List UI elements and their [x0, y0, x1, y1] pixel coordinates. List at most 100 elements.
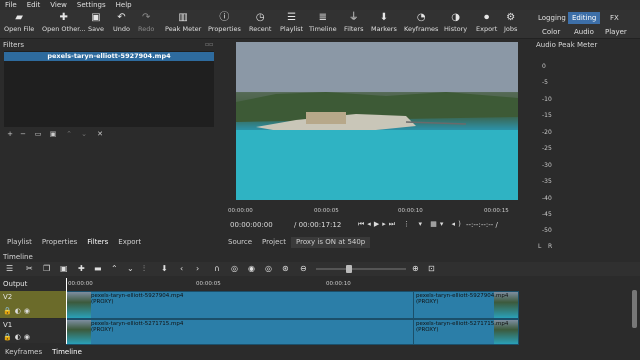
player-ruler[interactable]: 00:00:00 00:00:05 00:00:10 00:00:15 — [226, 203, 522, 217]
tab-project[interactable]: Project — [257, 237, 291, 248]
ripple-icon[interactable]: ◉ — [248, 263, 255, 275]
tab-export[interactable]: Export — [113, 237, 146, 248]
cut-icon[interactable]: ✂ — [26, 263, 33, 275]
track-header-v2[interactable]: V2 🔒◐◉ — [0, 291, 66, 318]
transport-bar: 00:00:00:00 / 00:00:17:12 ⏮◂▶▸⏭ ⋮ ▾ ▦▾ ◂… — [226, 220, 526, 232]
position-field[interactable]: 00:00:00:00 — [230, 221, 273, 229]
track-controls[interactable]: 🔒◐◉ — [3, 307, 33, 315]
menu-settings[interactable]: Settings — [72, 1, 111, 9]
zoom-slider-handle[interactable] — [346, 265, 352, 273]
ruler-tick: 00:00:05 — [314, 208, 339, 214]
audio-peak-meter: Audio Peak Meter 0 -5 -10 -15 -20 -25 -3… — [534, 41, 640, 257]
timeline-button[interactable]: ≣ Timeline — [309, 12, 337, 37]
copy-icon[interactable]: ❐ — [43, 263, 50, 275]
audio-meter-title: Audio Peak Meter — [536, 41, 598, 49]
mode-player[interactable]: Player — [601, 26, 631, 38]
snap-icon[interactable]: ∩ — [214, 263, 220, 275]
video-preview[interactable] — [236, 42, 518, 200]
proxy-status: Proxy is ON at 540p — [291, 237, 371, 248]
tab-filters[interactable]: Filters — [82, 237, 113, 248]
timeline-ruler[interactable]: 00:00:00 00:00:05 00:00:10 — [66, 278, 634, 290]
copy-filter-button[interactable]: ▭ — [33, 130, 43, 139]
zoom-out-icon[interactable]: ⊖ — [300, 263, 307, 275]
menu-edit[interactable]: Edit — [22, 1, 46, 9]
tab-playlist[interactable]: Playlist — [2, 237, 37, 248]
playhead[interactable] — [66, 278, 67, 344]
tab-timeline[interactable]: Timeline — [47, 347, 87, 360]
mode-fx[interactable]: FX — [606, 12, 623, 24]
preview-image — [236, 42, 518, 200]
move-down-button[interactable]: ⌄ — [79, 130, 89, 139]
filters-list[interactable] — [4, 51, 214, 127]
ripple-all-icon[interactable]: ◎ — [265, 263, 272, 275]
paste-filter-button[interactable]: ▣ — [48, 130, 58, 139]
recent-button[interactable]: ◷ Recent — [249, 12, 271, 37]
export-icon: ⏺ — [484, 12, 490, 23]
timeline-scrollbar[interactable] — [632, 290, 637, 328]
meter-label: -5 — [542, 79, 548, 86]
jobs-icon: ⚙ — [506, 12, 516, 23]
properties-button[interactable]: ⓘ Properties — [208, 12, 241, 37]
mode-logging[interactable]: Logging — [534, 12, 570, 24]
output-label: Output — [3, 280, 28, 288]
track-controls[interactable]: 🔒◐◉ — [3, 333, 33, 341]
open-file-button[interactable]: ▰ Open File — [4, 12, 34, 37]
timeline-clip[interactable]: pexels-taryn-elliott-5271715.mp4 (PROXY) — [413, 319, 519, 345]
timeline-menu-icon[interactable]: ☰ — [6, 263, 13, 275]
zoom-in-icon[interactable]: ⊕ — [412, 263, 419, 275]
properties-icon: ⓘ — [219, 12, 230, 23]
playlist-button[interactable]: ☰ Playlist — [280, 12, 303, 37]
zoom-slider[interactable] — [316, 265, 406, 273]
timeline-toolbar: ☰ ✂ ❐ ▣ ✚ ▬ ⌃ ⌄ ⫶ ⬇ ‹ › ∩ ◎ ◉ ◎ ⊛ ⊖ ⊕ ⊡ — [0, 262, 640, 276]
menu-file[interactable]: File — [0, 1, 22, 9]
meter-label: -45 — [542, 211, 552, 218]
export-button[interactable]: ⏺ Export — [476, 12, 497, 37]
filters-dock-buttons[interactable]: ▫▫ — [205, 41, 213, 48]
next-marker-icon[interactable]: › — [196, 263, 199, 275]
playlist-icon: ☰ — [287, 12, 297, 23]
keyframes-button[interactable]: ◔ Keyframes — [404, 12, 438, 37]
ripple-markers-icon[interactable]: ⊛ — [282, 263, 289, 275]
redo-button[interactable]: ↷ Redo — [138, 12, 154, 37]
timeline-tick: 00:00:05 — [196, 281, 221, 287]
tab-keyframes[interactable]: Keyframes — [0, 347, 47, 360]
timeline-clip[interactable]: pexels-taryn-elliott-5271715.mp4 (PROXY) — [66, 319, 414, 345]
mode-audio[interactable]: Audio — [570, 26, 598, 38]
jobs-button[interactable]: ⚙ Jobs — [504, 12, 517, 37]
track-header-v1[interactable]: V1 🔒◐◉ — [0, 319, 66, 343]
save-button[interactable]: ▣ Save — [88, 12, 104, 37]
tab-source[interactable]: Source — [223, 237, 257, 248]
remove-icon[interactable]: ▬ — [94, 263, 102, 275]
current-clip-name: pexels-taryn-elliott-5927904.mp4 — [4, 52, 214, 61]
zoom-fit-icon[interactable]: ⊡ — [428, 263, 435, 275]
scrub-icon[interactable]: ◎ — [231, 263, 238, 275]
overwrite-icon[interactable]: ⌄ — [127, 263, 134, 275]
prev-marker-icon[interactable]: ‹ — [180, 263, 183, 275]
peak-meter-button[interactable]: ▥ Peak Meter — [165, 12, 201, 37]
undo-button[interactable]: ↶ Undo — [113, 12, 130, 37]
channel-right-label: R — [548, 243, 553, 250]
menu-help[interactable]: Help — [111, 1, 137, 9]
tab-properties[interactable]: Properties — [37, 237, 82, 248]
marker-icon[interactable]: ⬇ — [161, 263, 168, 275]
mode-color[interactable]: Color — [538, 26, 564, 38]
mode-editing[interactable]: Editing — [568, 12, 601, 24]
history-button[interactable]: ◑ History — [444, 12, 467, 37]
menu-view[interactable]: View — [45, 1, 72, 9]
move-up-button[interactable]: ⌃ — [64, 130, 74, 139]
add-filter-button[interactable]: + — [5, 130, 15, 139]
split-icon[interactable]: ⫶ — [143, 263, 145, 275]
open-other-button[interactable]: ✚ Open Other... — [42, 12, 86, 37]
markers-button[interactable]: ⬇ Markers — [371, 12, 397, 37]
filters-button[interactable]: ⏚ Filters — [344, 12, 363, 37]
meter-label: 0 — [542, 63, 546, 70]
paste-icon[interactable]: ▣ — [60, 263, 68, 275]
meter-label: -50 — [542, 227, 552, 234]
lift-icon[interactable]: ⌃ — [111, 263, 118, 275]
remove-filter-button[interactable]: − — [18, 130, 28, 139]
timeline-clip[interactable]: pexels-taryn-elliott-5927904.mp4 (PROXY) — [413, 291, 519, 319]
timeline-clip[interactable]: pexels-taryn-elliott-5927904.mp4 (PROXY) — [66, 291, 414, 319]
transport-controls[interactable]: ⏮◂▶▸⏭ ⋮ ▾ ▦▾ ◂) — [358, 220, 464, 229]
deselect-filter-button[interactable]: ✕ — [95, 130, 105, 139]
append-icon[interactable]: ✚ — [78, 263, 85, 275]
